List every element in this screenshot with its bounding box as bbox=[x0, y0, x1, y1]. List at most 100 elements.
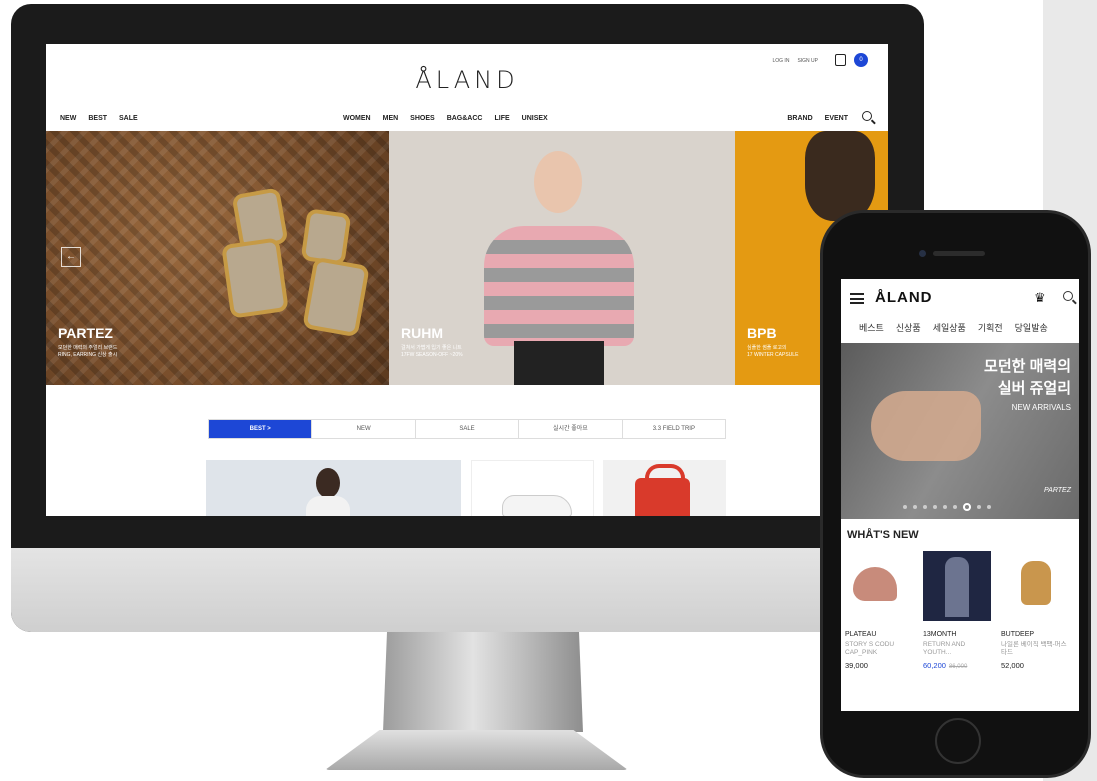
product-image bbox=[923, 551, 991, 621]
product-brand: BUTDEEP bbox=[1001, 631, 1035, 638]
mobile-nav-special[interactable]: 기획전 bbox=[978, 321, 1003, 334]
nav-item-men[interactable]: MEN bbox=[383, 115, 399, 122]
original-price: 86,000 bbox=[948, 664, 968, 670]
product-tabs: BEST > NEW SALE 실시간 좋아요 3.3 FIELD TRIP bbox=[208, 419, 726, 439]
monitor-stand-base bbox=[325, 730, 628, 770]
list-item[interactable]: BUTDEEP 나일론 베이직 백팩-머스타드 52,000 bbox=[1001, 551, 1069, 670]
tab-new[interactable]: NEW bbox=[312, 420, 416, 438]
nav-item-bagacc[interactable]: BAG&ACC bbox=[447, 115, 483, 122]
search-icon[interactable] bbox=[1063, 291, 1073, 301]
mobile-phone: ÅLAND ♛ 베스트 신상품 세일상품 기획전 당일발송 모던한 매력의 실버… bbox=[820, 210, 1091, 778]
nav-item-shoes[interactable]: SHOES bbox=[410, 115, 435, 122]
nav-item-new[interactable]: NEW bbox=[60, 115, 76, 122]
hero-subtitle: 심플한 썸플 로고의 17 WINTER CAPSULE bbox=[747, 345, 798, 359]
carousel-dot[interactable] bbox=[943, 505, 947, 509]
product-name: 나일론 베이직 백팩-머스타드 bbox=[1001, 641, 1067, 656]
cart-count-badge[interactable]: 0 bbox=[854, 53, 868, 67]
monitor-chin bbox=[11, 548, 924, 632]
carousel-dot[interactable] bbox=[953, 505, 957, 509]
mobile-nav-sameday[interactable]: 당일발송 bbox=[1015, 321, 1048, 334]
mobile-logo[interactable]: ÅLAND bbox=[875, 289, 933, 306]
site-logo[interactable]: ÅLAND bbox=[46, 66, 888, 94]
mobile-nav-sale[interactable]: 세일상품 bbox=[933, 321, 966, 334]
product-image bbox=[1001, 551, 1069, 621]
nav-item-life[interactable]: LIFE bbox=[494, 115, 509, 122]
model-image bbox=[805, 131, 875, 221]
hero-subtitle-line: 17 WINTER CAPSULE bbox=[747, 352, 799, 358]
hero-panel-partez[interactable]: ← PARTEZ 모던한 매력의 주얼리 브랜드 RING, EARRING 신… bbox=[46, 131, 389, 385]
search-icon[interactable] bbox=[862, 111, 872, 121]
tab-sale[interactable]: SALE bbox=[416, 420, 520, 438]
product-price: 39,000 bbox=[845, 661, 868, 670]
new-items-list: PLATEAU STORY S CODU CAP_PINK 39,000 13M… bbox=[845, 551, 1079, 670]
banner-headline: 실버 쥬얼리 bbox=[997, 380, 1071, 397]
product-card[interactable] bbox=[603, 460, 726, 516]
hero-subtitle-line: 모던한 매력의 주얼리 브랜드 bbox=[58, 345, 118, 351]
crown-icon[interactable]: ♛ bbox=[1034, 290, 1046, 306]
nav-item-brand[interactable]: BRAND bbox=[787, 115, 812, 122]
product-price: 52,000 bbox=[1001, 661, 1024, 670]
mobile-banner[interactable]: 모던한 매력의 실버 쥬얼리 NEW ARRIVALS PARTEZ bbox=[841, 343, 1079, 519]
carousel-dot[interactable] bbox=[913, 505, 917, 509]
list-item[interactable]: PLATEAU STORY S CODU CAP_PINK 39,000 bbox=[845, 551, 913, 670]
carousel-dot[interactable] bbox=[923, 505, 927, 509]
product-image bbox=[502, 495, 572, 516]
hero-subtitle-line: 심플한 썸플 로고의 bbox=[747, 345, 787, 351]
mobile-nav-new[interactable]: 신상품 bbox=[896, 321, 921, 334]
tab-realtime-likes[interactable]: 실시간 좋아요 bbox=[519, 420, 623, 438]
hero-subtitle-line: 걸쳐서 가볍게 입기 좋은 니트 bbox=[401, 345, 462, 351]
banner-brand: PARTEZ bbox=[1044, 487, 1071, 494]
carousel-dot[interactable] bbox=[903, 505, 907, 509]
product-card[interactable] bbox=[206, 460, 461, 516]
shopping-bag-icon[interactable] bbox=[835, 54, 846, 66]
product-price: 60,200 86,000 bbox=[923, 661, 991, 670]
hero-subtitle: 모던한 매력의 주얼리 브랜드 RING, EARRING 신상 출시 bbox=[58, 345, 117, 359]
product-card[interactable] bbox=[471, 460, 594, 516]
product-image bbox=[845, 551, 913, 621]
nav-right: BRAND EVENT bbox=[787, 115, 848, 122]
hero-subtitle-line: 17FW SEASON-OFF ~20% bbox=[401, 352, 463, 358]
mobile-nav-best[interactable]: 베스트 bbox=[859, 321, 884, 334]
login-link[interactable]: LOG IN bbox=[772, 58, 789, 64]
nav-item-best[interactable]: BEST bbox=[88, 115, 107, 122]
nav-item-sale[interactable]: SALE bbox=[119, 115, 138, 122]
signup-link[interactable]: SIGN UP bbox=[797, 58, 818, 64]
sale-price: 60,200 bbox=[923, 661, 946, 670]
carousel-dots bbox=[903, 503, 991, 511]
product-brand: PLATEAU bbox=[845, 631, 877, 638]
home-button[interactable] bbox=[935, 718, 981, 764]
desktop-screen: ÅLAND LOG IN SIGN UP 0 NEW BEST SALE WOM… bbox=[46, 44, 888, 516]
desktop-monitor: ÅLAND LOG IN SIGN UP 0 NEW BEST SALE WOM… bbox=[11, 4, 924, 632]
section-title: WHÅT'S NEW bbox=[847, 529, 919, 541]
product-name: STORY S CODU CAP_PINK bbox=[845, 641, 895, 656]
hero-panel-ruhm[interactable]: RUHM 걸쳐서 가볍게 입기 좋은 니트 17FW SEASON-OFF ~2… bbox=[389, 131, 735, 385]
hero-subtitle-line: RING, EARRING 신상 출시 bbox=[58, 352, 118, 358]
list-item[interactable]: 13MONTH RETURN AND YOUTH... 60,200 86,000 bbox=[923, 551, 991, 670]
nav-item-women[interactable]: WOMEN bbox=[343, 115, 371, 122]
prev-arrow-button[interactable]: ← bbox=[61, 247, 81, 267]
product-name: RETURN AND YOUTH... bbox=[923, 641, 966, 656]
hamburger-menu-icon[interactable] bbox=[850, 293, 864, 304]
carousel-dot[interactable] bbox=[987, 505, 991, 509]
hero-subtitle: 걸쳐서 가볍게 입기 좋은 니트 17FW SEASON-OFF ~20% bbox=[401, 345, 463, 359]
carousel-dot[interactable] bbox=[977, 505, 981, 509]
nav-item-event[interactable]: EVENT bbox=[825, 115, 848, 122]
nav-left: NEW BEST SALE bbox=[60, 115, 138, 122]
product-brand: 13MONTH bbox=[923, 631, 957, 638]
tab-best[interactable]: BEST > bbox=[209, 420, 313, 438]
front-camera bbox=[919, 250, 926, 257]
banner-image bbox=[871, 391, 981, 461]
showcase-stage: ÅLAND LOG IN SIGN UP 0 NEW BEST SALE WOM… bbox=[0, 0, 1097, 781]
nav-center: WOMEN MEN SHOES BAG&ACC LIFE UNISEX bbox=[343, 115, 548, 122]
phone-speaker bbox=[933, 251, 985, 256]
banner-subtitle: NEW ARRIVALS bbox=[1011, 403, 1071, 412]
hero-carousel: ← PARTEZ 모던한 매력의 주얼리 브랜드 RING, EARRING 신… bbox=[46, 131, 888, 385]
mobile-screen: ÅLAND ♛ 베스트 신상품 세일상품 기획전 당일발송 모던한 매력의 실버… bbox=[841, 279, 1079, 711]
carousel-dot[interactable] bbox=[933, 505, 937, 509]
tab-field-trip[interactable]: 3.3 FIELD TRIP bbox=[623, 420, 725, 438]
earring-image bbox=[221, 237, 289, 319]
mobile-nav: 베스트 신상품 세일상품 기획전 당일발송 bbox=[859, 321, 1048, 334]
carousel-dot[interactable] bbox=[963, 503, 971, 511]
product-image bbox=[635, 464, 690, 516]
nav-item-unisex[interactable]: UNISEX bbox=[522, 115, 548, 122]
